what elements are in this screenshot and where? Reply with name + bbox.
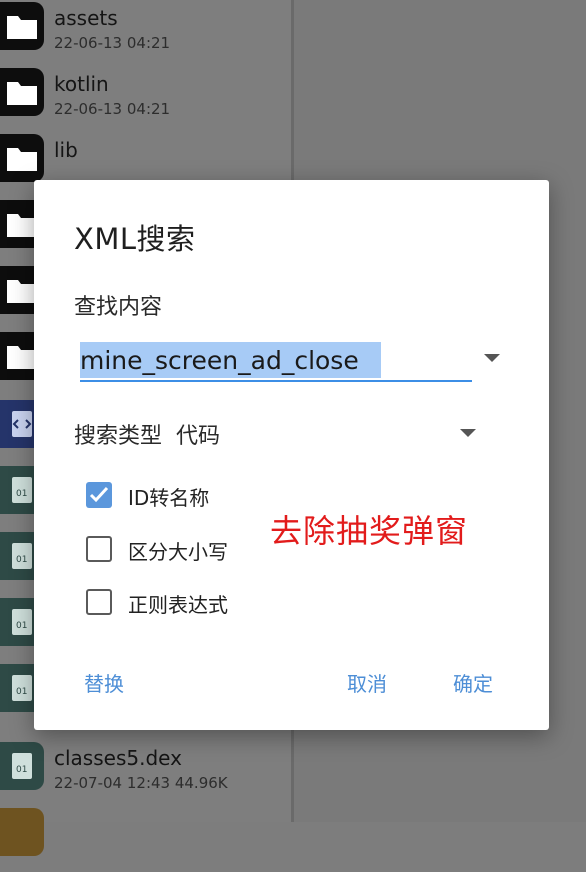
option-case-sensitive[interactable]: 区分大小写 bbox=[86, 534, 286, 568]
option-label: ID转名称 bbox=[128, 486, 210, 510]
search-input[interactable] bbox=[80, 338, 472, 382]
folder-icon bbox=[0, 2, 44, 50]
file-name: classes5.dex bbox=[54, 746, 182, 770]
svg-text:01: 01 bbox=[16, 555, 27, 565]
svg-text:01: 01 bbox=[16, 687, 27, 697]
ok-button[interactable]: 确定 bbox=[453, 668, 493, 697]
file-row[interactable]: kotlin 22-06-13 04:21 bbox=[0, 66, 291, 132]
checkbox-unchecked-icon[interactable] bbox=[86, 589, 112, 615]
file-row[interactable]: 01 classes5.dex 22-07-04 12:43 44.96K bbox=[0, 740, 291, 806]
search-type-dropdown-arrow-icon[interactable] bbox=[460, 429, 476, 437]
file-name: assets bbox=[54, 6, 118, 30]
checkbox-checked-icon[interactable] bbox=[86, 482, 112, 508]
option-label: 正则表达式 bbox=[128, 593, 228, 617]
file-meta: 22-07-04 12:43 44.96K bbox=[54, 774, 228, 792]
file-meta: 22-06-13 04:21 bbox=[54, 34, 171, 52]
svg-text:01: 01 bbox=[16, 765, 27, 775]
history-dropdown-arrow-icon[interactable] bbox=[484, 354, 500, 362]
file-row[interactable] bbox=[0, 806, 291, 872]
folder-icon bbox=[0, 68, 44, 116]
option-regex[interactable]: 正则表达式 bbox=[86, 587, 286, 621]
option-label: 区分大小写 bbox=[128, 540, 228, 564]
dialog-title: XML搜索 bbox=[74, 222, 196, 256]
cancel-button[interactable]: 取消 bbox=[347, 668, 387, 697]
folder-icon bbox=[0, 134, 44, 182]
svg-text:01: 01 bbox=[16, 621, 27, 631]
search-type-value: 代码 bbox=[176, 424, 221, 449]
option-id-to-name[interactable]: ID转名称 bbox=[86, 480, 286, 514]
file-meta: 22-06-13 04:21 bbox=[54, 100, 171, 118]
search-type-label: 搜索类型 bbox=[74, 424, 163, 449]
file-row[interactable]: assets 22-06-13 04:21 bbox=[0, 0, 291, 66]
svg-text:01: 01 bbox=[16, 489, 27, 499]
file-name: lib bbox=[54, 138, 78, 162]
search-type-selector[interactable]: 搜索类型 代码 bbox=[74, 418, 220, 450]
xml-search-dialog: XML搜索 查找内容 搜索类型代码 ID转名称 区分大小写 正则表达式 去除抽奖… bbox=[34, 180, 549, 730]
dex-file-icon: 01 bbox=[0, 742, 44, 790]
replace-button[interactable]: 替换 bbox=[84, 668, 124, 697]
package-file-icon bbox=[0, 808, 44, 856]
file-name: kotlin bbox=[54, 72, 109, 96]
red-annotation-text: 去除抽奖弹窗 bbox=[270, 512, 469, 550]
checkbox-unchecked-icon[interactable] bbox=[86, 536, 112, 562]
find-content-label: 查找内容 bbox=[74, 295, 163, 320]
search-field[interactable] bbox=[80, 338, 472, 384]
